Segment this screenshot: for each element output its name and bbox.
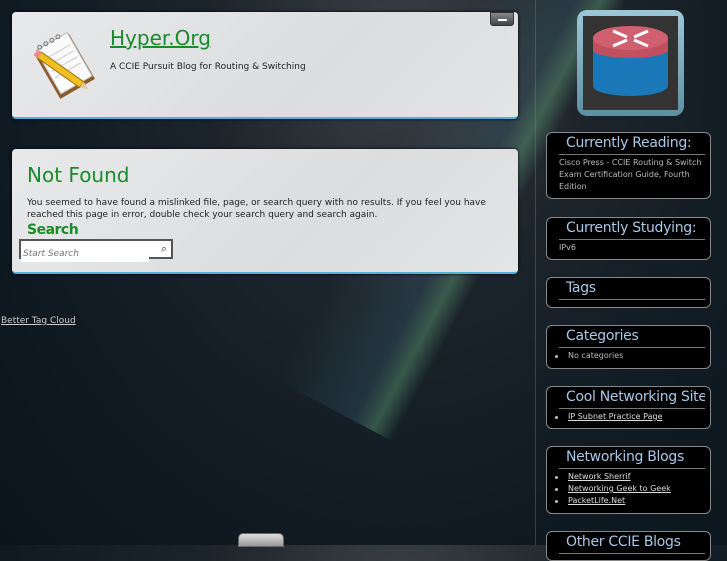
column-divider: [535, 0, 536, 545]
router-icon: [593, 26, 668, 96]
search-icon[interactable]: ⌕: [161, 242, 167, 256]
better-tag-cloud-link[interactable]: Better Tag Cloud: [1, 316, 76, 326]
not-found-panel: Not Found You seemed to have found a mis…: [12, 149, 518, 274]
page-title: Not Found: [27, 163, 130, 187]
widget-title: Tags: [559, 280, 705, 300]
link-networking-geek[interactable]: Networking Geek to Geek: [568, 484, 671, 493]
widget-title: Cool Networking Sites: [559, 389, 705, 409]
widget-currently-reading: Currently Reading: Cisco Press - CCIE Ro…: [546, 132, 711, 199]
widget-title: Categories: [559, 328, 705, 348]
currently-studying-text: IPv6: [559, 243, 577, 252]
search-heading: Search: [27, 222, 79, 238]
notepad-pencil-icon: [33, 31, 95, 99]
widget-categories: Categories No categories: [546, 325, 711, 369]
site-tagline: A CCIE Pursuit Blog for Routing & Switch…: [110, 62, 306, 72]
list-item: No categories: [555, 350, 705, 362]
currently-reading-text: Cisco Press - CCIE Routing & Switch Exam…: [559, 158, 702, 191]
not-found-message: You seemed to have found a mislinked fil…: [27, 198, 486, 220]
widget-cool-networking-sites: Cool Networking Sites IP Subnet Practice…: [546, 386, 711, 429]
widget-title: Networking Blogs: [559, 449, 705, 469]
widget-title: Currently Studying:: [559, 220, 705, 240]
minimize-button[interactable]: [490, 12, 514, 26]
widget-currently-studying: Currently Studying: IPv6: [546, 217, 711, 260]
widget-networking-blogs: Networking Blogs Network Sherrif Network…: [546, 446, 711, 514]
header-panel: Hyper.Org A CCIE Pursuit Blog for Routin…: [12, 12, 518, 119]
widget-title: Currently Reading:: [559, 135, 705, 155]
widget-tags: Tags: [546, 277, 711, 308]
link-packetlife[interactable]: PacketLife.Net: [568, 496, 625, 505]
search-box: ⌕: [19, 239, 173, 262]
router-logo: [577, 10, 684, 116]
widget-other-ccie-blogs: Other CCIE Blogs: [546, 531, 711, 561]
site-title-link[interactable]: Hyper.Org: [110, 26, 211, 50]
widget-title: Other CCIE Blogs: [559, 534, 705, 554]
search-input[interactable]: [21, 246, 149, 262]
link-network-sherrif[interactable]: Network Sherrif: [568, 472, 631, 481]
link-ip-subnet-practice[interactable]: IP Subnet Practice Page: [568, 412, 663, 421]
